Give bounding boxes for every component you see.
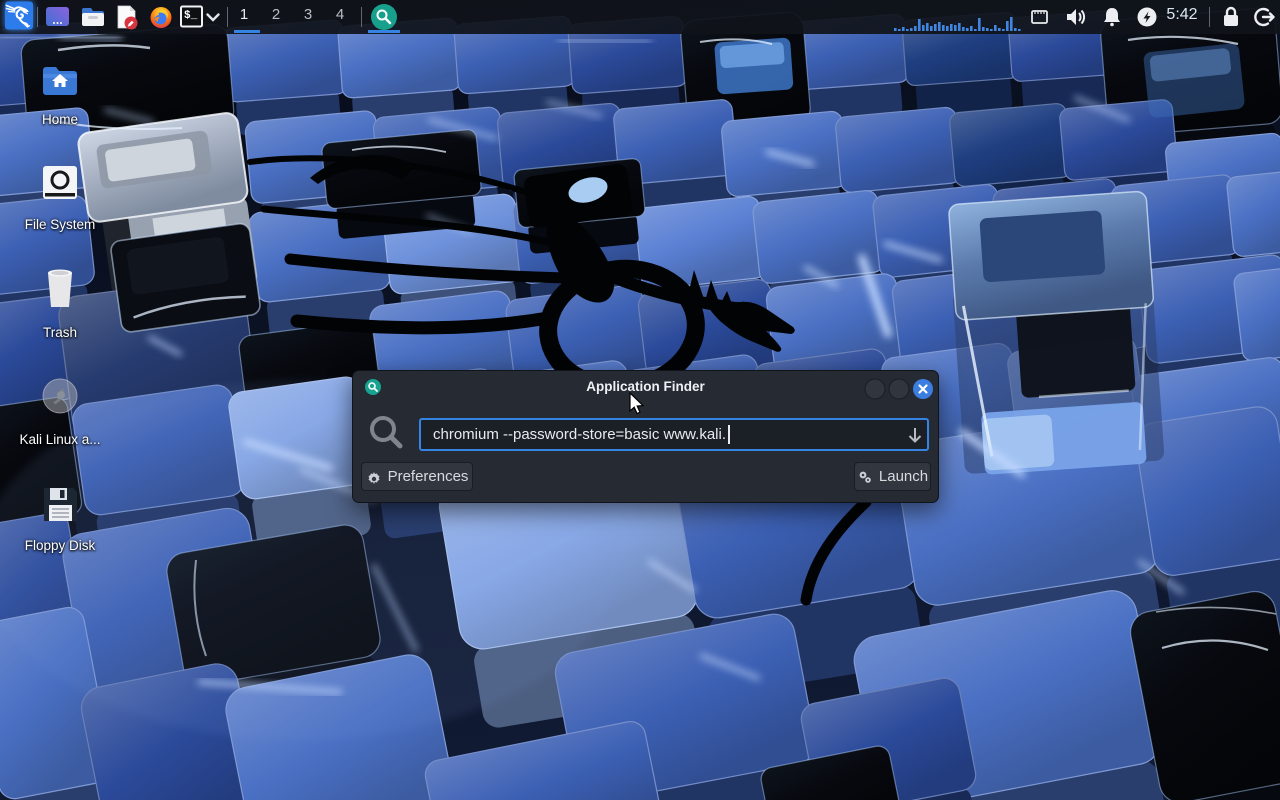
svg-text:$_: $_ [184,10,198,22]
